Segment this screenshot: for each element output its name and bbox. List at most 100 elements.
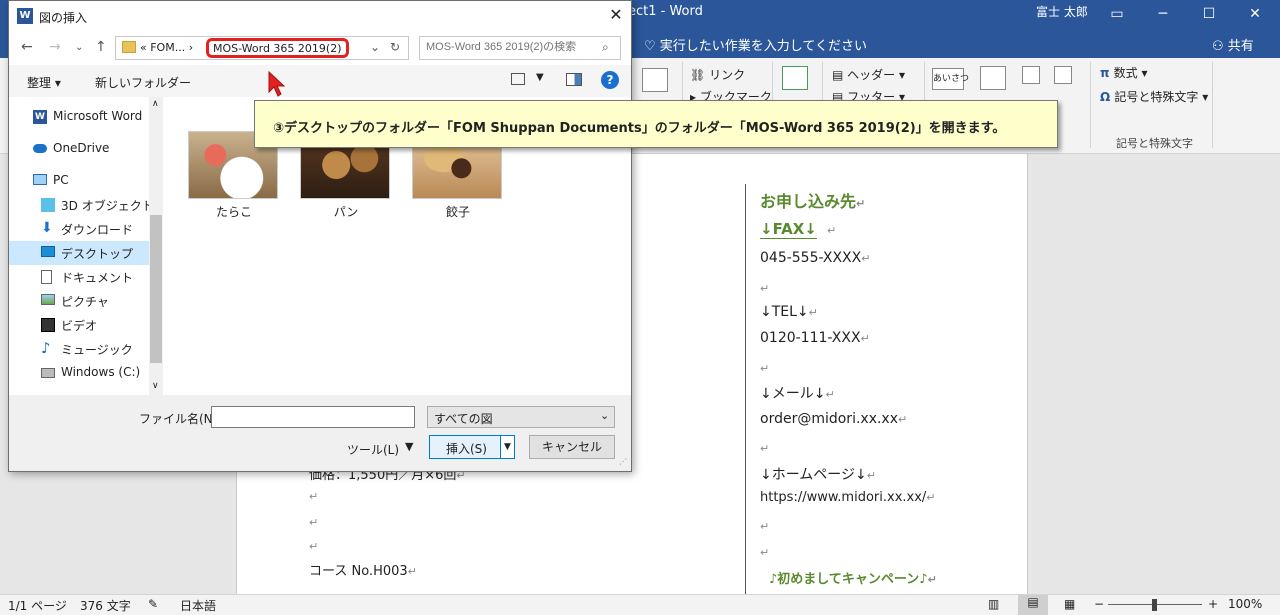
cloud-icon <box>33 144 47 153</box>
file-name: パン <box>333 205 359 219</box>
symbol-button[interactable]: Ω 記号と特殊文字 ▾ <box>1100 88 1208 105</box>
word-window-title: ect1 - Word <box>628 4 703 19</box>
nav-item-videos[interactable]: ビデオ <box>9 313 149 337</box>
back-arrow-icon[interactable]: ← <box>21 39 33 55</box>
apply-heading-text: お申し込み先 <box>760 192 857 211</box>
zoom-level[interactable]: 100% <box>1228 597 1262 611</box>
header-button[interactable]: ▤ ヘッダー ▾ <box>832 66 905 83</box>
dialog-title-bar: W 図の挿入 ✕ <box>9 1 631 31</box>
nav-scroll-thumb[interactable] <box>150 215 162 363</box>
help-icon[interactable]: ? <box>601 71 619 89</box>
share-label: 共有 <box>1227 39 1254 54</box>
forward-arrow-icon[interactable]: → <box>49 39 61 55</box>
nav-item-onedrive[interactable]: OneDrive <box>9 137 149 161</box>
up-arrow-icon[interactable]: ↑ <box>95 39 107 55</box>
fax-heading-text: ↓FAX↓ <box>760 220 817 238</box>
search-icon[interactable]: ⌕ <box>602 40 609 55</box>
text-box-icon[interactable] <box>980 66 1006 90</box>
paragraph-mark: ↵ <box>760 546 770 559</box>
nav-item-microsoft-word[interactable]: W Microsoft Word <box>9 105 149 129</box>
aisatsu-button[interactable]: あいさつ <box>932 68 969 90</box>
nav-item-label: ドキュメント <box>61 271 134 285</box>
breadcrumb-parent[interactable]: « FOM... › <box>140 41 193 54</box>
nav-item-label: ピクチャ <box>61 295 109 309</box>
tell-me-text: 実行したい作業を入力してください <box>659 39 868 54</box>
proofing-icon[interactable]: ✎ <box>148 597 158 611</box>
ribbon-display-options-icon[interactable]: ▭ <box>1094 0 1140 30</box>
search-input[interactable] <box>426 41 596 53</box>
preview-pane-icon[interactable] <box>566 73 582 86</box>
nav-item-music[interactable]: ♪ ミュージック <box>9 337 149 361</box>
page-count[interactable]: 1/1 ページ <box>8 597 67 614</box>
new-folder-button[interactable]: 新しいフォルダー <box>95 74 191 91</box>
dialog-toolbar: 整理 ▾ 新しいフォルダー ▼ ? <box>9 65 631 97</box>
tel-text: 0120-111-XXX <box>760 330 861 346</box>
link-button[interactable]: ⛓ リンク <box>690 66 745 83</box>
insert-options-dropdown-icon[interactable]: ▼ <box>500 436 514 458</box>
drive-icon <box>41 368 55 378</box>
tools-button[interactable]: ツール(L) <box>347 441 399 458</box>
recent-locations-chevron-icon[interactable]: ⌄ <box>75 42 83 53</box>
file-name-input[interactable]: ⌄ <box>211 406 613 428</box>
language-indicator[interactable]: 日本語 <box>180 597 216 614</box>
filter-dropdown-icon[interactable]: ⌄ <box>600 409 609 422</box>
quick-parts-icon[interactable] <box>1022 66 1040 84</box>
nav-item-desktop[interactable]: デスクトップ <box>9 241 149 265</box>
homepage-url: https://www.midori.xx.xx/↵ <box>760 490 936 505</box>
breadcrumb-current-folder[interactable]: MOS-Word 365 2019(2) <box>206 38 349 58</box>
nav-item-windows-c[interactable]: Windows (C:) <box>9 361 149 385</box>
equation-label: 数式 <box>1113 66 1138 80</box>
mail-text: order@midori.xx.xx <box>760 411 898 427</box>
zoom-slider-thumb[interactable] <box>1152 599 1157 611</box>
tel-number: 0120-111-XXX↵ <box>760 330 870 346</box>
column-divider <box>745 184 746 594</box>
print-layout-icon[interactable]: ▤ <box>1018 595 1048 615</box>
nav-item-pictures[interactable]: ピクチャ <box>9 289 149 313</box>
read-mode-icon[interactable]: ▥ <box>988 597 999 611</box>
refresh-icon[interactable]: ↻ <box>390 40 400 54</box>
scroll-down-icon[interactable]: ∨ <box>152 381 159 391</box>
homepage-heading: ↓ホームページ↓↵ <box>760 464 876 484</box>
insert-picture-dialog: W 図の挿入 ✕ ← → ⌄ ↑ « FOM... › MOS-Word 365… <box>8 0 632 472</box>
word-icon: W <box>17 8 33 24</box>
nav-item-documents[interactable]: ドキュメント <box>9 265 149 289</box>
tel-heading-text: ↓TEL↓ <box>760 304 809 320</box>
nav-item-pc[interactable]: PC <box>9 169 149 193</box>
change-view-icon[interactable] <box>511 73 525 85</box>
organize-button[interactable]: 整理 ▾ <box>27 74 61 91</box>
tell-me-search[interactable]: ♡ 実行したい作業を入力してください <box>644 35 867 54</box>
dialog-close-icon[interactable]: ✕ <box>605 4 627 26</box>
file-name: たらこ <box>215 205 252 219</box>
search-box[interactable]: ⌕ <box>419 36 621 60</box>
paragraph-mark: ↵ <box>808 306 818 319</box>
insert-button[interactable]: 挿入(S) ▼ <box>429 435 515 459</box>
equation-button[interactable]: π 数式 ▾ <box>1100 64 1148 81</box>
zoom-in-icon[interactable]: + <box>1208 597 1218 611</box>
minimize-icon[interactable]: ─ <box>1140 0 1186 30</box>
nav-item-3d-objects[interactable]: 3D オブジェクト <box>9 193 154 217</box>
signed-in-user[interactable]: 富士 太郎 <box>1036 3 1088 20</box>
word-count[interactable]: 376 文字 <box>80 597 131 614</box>
file-type-filter[interactable]: すべての図 ⌄ <box>427 406 615 428</box>
address-dropdown-icon[interactable]: ⌄ <box>370 40 380 54</box>
signature-line-icon[interactable] <box>1054 66 1072 84</box>
tools-dropdown-icon[interactable]: ▼ <box>405 440 413 453</box>
zoom-out-icon[interactable]: − <box>1094 597 1104 611</box>
link-icon: ⛓ <box>690 68 710 82</box>
online-video-icon[interactable] <box>642 68 668 92</box>
course-number: コース No.H003↵ <box>309 560 417 579</box>
resize-grip-icon[interactable]: ⋰ <box>619 457 627 466</box>
maximize-icon[interactable]: ☐ <box>1186 0 1232 30</box>
file-name-label: ファイル名(N): <box>139 412 222 426</box>
scroll-up-icon[interactable]: ∧ <box>152 99 159 109</box>
paragraph-mark: ↵ <box>825 388 835 401</box>
web-layout-icon[interactable]: ▦ <box>1064 597 1075 611</box>
share-button[interactable]: ⚇ 共有 <box>1212 35 1254 54</box>
view-dropdown-icon[interactable]: ▼ <box>536 72 544 83</box>
address-bar[interactable]: « FOM... › MOS-Word 365 2019(2) ⌄ ↻ <box>115 36 409 60</box>
nav-item-downloads[interactable]: ⬇ ダウンロード <box>9 217 149 241</box>
comment-icon[interactable] <box>782 66 808 90</box>
pictures-icon <box>41 294 55 305</box>
cancel-button[interactable]: キャンセル <box>529 435 615 459</box>
close-window-icon[interactable]: ✕ <box>1232 0 1278 30</box>
